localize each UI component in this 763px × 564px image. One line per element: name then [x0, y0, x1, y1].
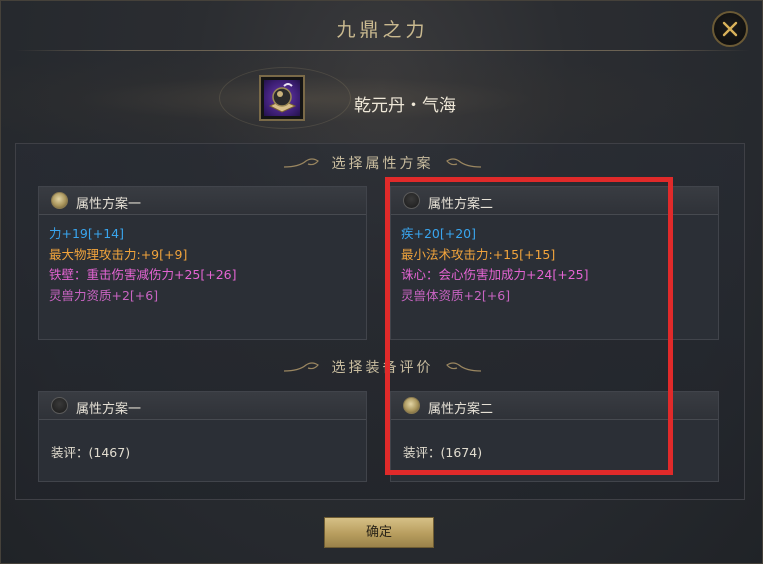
radio-score-plan-2[interactable] [403, 397, 420, 414]
card-header: 属性方案一 [39, 392, 366, 420]
section-header-attr: 选择属性方案 [1, 153, 763, 175]
flourish-right-icon [446, 158, 481, 168]
attr-line: 力+19[+14] [49, 226, 125, 241]
radio-score-plan-1[interactable] [51, 397, 68, 414]
close-icon [722, 21, 738, 37]
card-header: 属性方案二 [391, 392, 718, 420]
card-header: 属性方案一 [39, 187, 366, 215]
attr-line: 最小法术攻击力:+15[+15] [401, 246, 556, 262]
item-display: 乾元丹・气海 [1, 53, 763, 145]
score-plan-card-1[interactable]: 属性方案一 装评：(1467) [38, 391, 367, 482]
card-title: 属性方案二 [428, 402, 494, 417]
attr-line: 诛心：会心伤害加成力+24[+25] [401, 267, 589, 282]
close-button[interactable] [712, 11, 748, 47]
attr-line: 铁壁：重击伤害减伤力+25[+26] [49, 267, 237, 282]
equip-score: 装评：(1674) [403, 445, 483, 460]
card-title: 属性方案一 [76, 197, 142, 212]
card-header: 属性方案二 [391, 187, 718, 215]
equip-score: 装评：(1467) [51, 445, 131, 460]
flourish-right-icon [446, 362, 481, 372]
item-name: 乾元丹・气海 [354, 96, 456, 116]
title-divider [15, 50, 750, 51]
attr-line: 疾+20[+20] [401, 226, 477, 241]
dan-pill-icon [264, 80, 300, 116]
attr-list: 力+19[+14] 最大物理攻击力:+9[+9] 铁壁：重击伤害减伤力+25[+… [49, 224, 237, 306]
attr-line: 灵兽力资质+2[+6] [49, 287, 159, 303]
item-slot[interactable] [259, 75, 305, 121]
section-header-score: 选择装备评价 [1, 357, 763, 379]
radio-attr-plan-2[interactable] [403, 192, 420, 209]
section-title-score: 选择装备评价 [331, 360, 434, 376]
attr-plan-card-1[interactable]: 属性方案一 力+19[+14] 最大物理攻击力:+9[+9] 铁壁：重击伤害减伤… [38, 186, 367, 340]
attr-line: 灵兽体资质+2[+6] [401, 287, 511, 303]
radio-attr-plan-1[interactable] [51, 192, 68, 209]
dialog: 九鼎之力 乾元丹・气海 选择属性方案 属性方案一 力+19[+14] 最大物理攻… [0, 0, 763, 564]
attr-line: 最大物理攻击力:+9[+9] [49, 246, 188, 262]
confirm-button[interactable]: 确定 [324, 517, 434, 548]
card-title: 属性方案一 [76, 402, 142, 417]
section-title-attr: 选择属性方案 [331, 156, 434, 172]
card-title: 属性方案二 [428, 197, 494, 212]
attr-plan-card-2[interactable]: 属性方案二 疾+20[+20] 最小法术攻击力:+15[+15] 诛心：会心伤害… [390, 186, 719, 340]
score-plan-card-2[interactable]: 属性方案二 装评：(1674) [390, 391, 719, 482]
attr-list: 疾+20[+20] 最小法术攻击力:+15[+15] 诛心：会心伤害加成力+24… [401, 224, 589, 306]
dialog-title: 九鼎之力 [336, 19, 429, 41]
title-bar: 九鼎之力 [1, 1, 763, 53]
